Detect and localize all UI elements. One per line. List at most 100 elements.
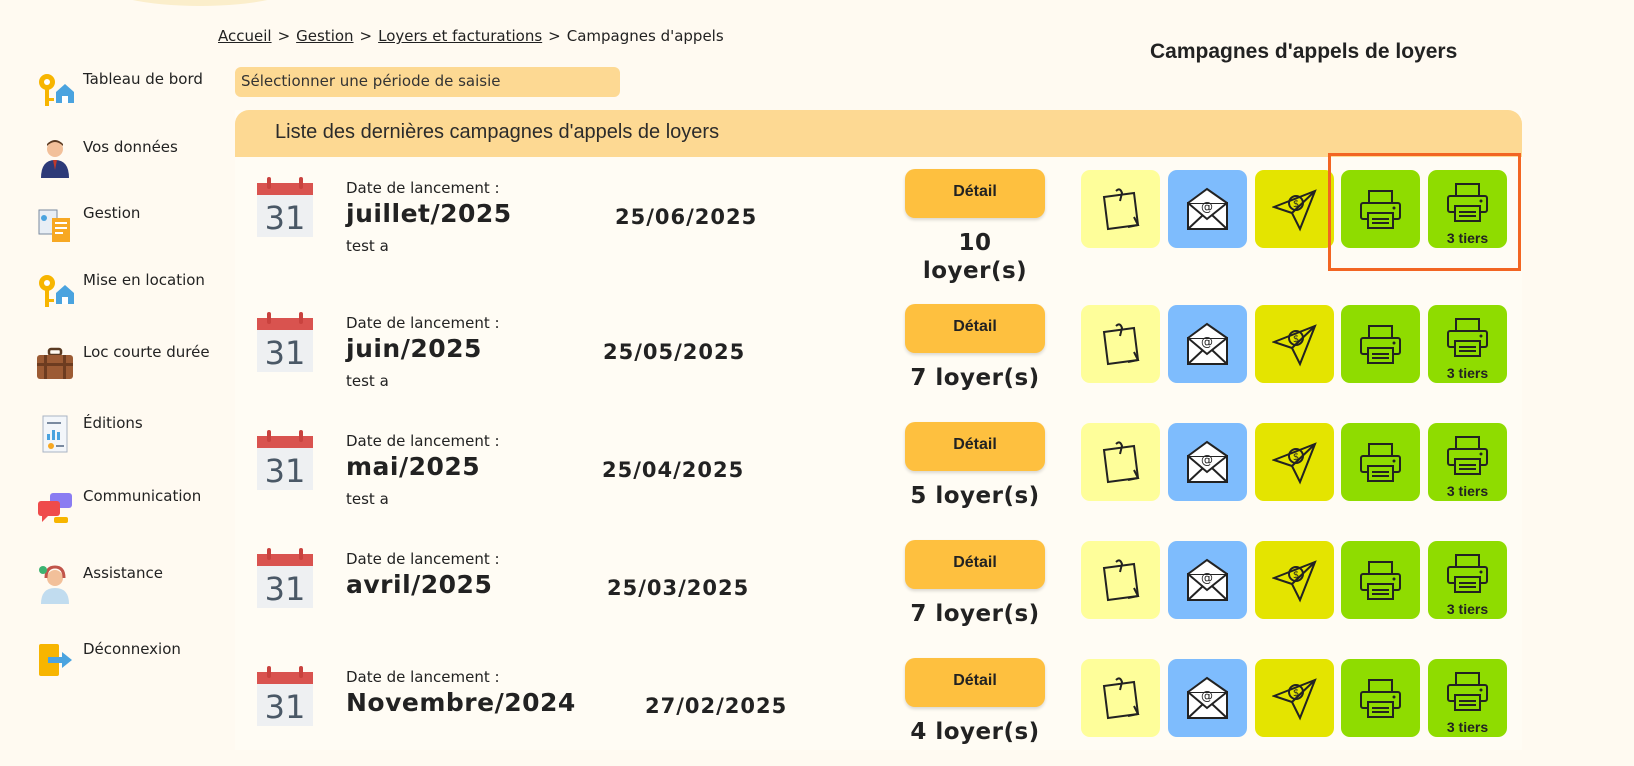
sidebar-item-label: Communication: [83, 487, 202, 505]
rent-count: 7 loyer(s): [910, 365, 1040, 391]
breadcrumb-link-accueil[interactable]: Accueil: [218, 27, 272, 45]
campaign-note: test a: [346, 372, 389, 390]
sidebar-item-communication[interactable]: Communication: [36, 487, 226, 537]
keys-house-icon: [39, 275, 74, 307]
campaign-month: avril/2025: [346, 570, 493, 599]
print-button[interactable]: [1341, 305, 1420, 383]
table-row: 31 Date de lancement : juillet/2025 test…: [235, 157, 1522, 284]
campaign-note: test a: [346, 237, 389, 255]
sidebar-item-label: Éditions: [83, 414, 143, 432]
print-button[interactable]: [1341, 541, 1420, 619]
print-button[interactable]: [1341, 423, 1420, 501]
note-button[interactable]: [1081, 541, 1160, 619]
print-button[interactable]: [1341, 659, 1420, 737]
period-select[interactable]: Sélectionner une période de saisie: [235, 67, 620, 97]
campaign-month: juillet/2025: [346, 199, 512, 228]
sidebar-item-vos-donnees[interactable]: Vos données: [36, 138, 226, 188]
send-button[interactable]: $: [1255, 423, 1334, 501]
email-button[interactable]: @: [1168, 423, 1247, 501]
print-third-party-button[interactable]: 3 tiers: [1428, 305, 1507, 383]
breadcrumb-link-gestion[interactable]: Gestion: [296, 27, 353, 45]
sidebar-item-deconnexion[interactable]: Déconnexion: [36, 640, 226, 690]
calendar-icon: 31: [257, 666, 313, 726]
email-button[interactable]: @: [1168, 659, 1247, 737]
rent-count: 7 loyer(s): [910, 601, 1040, 627]
sidebar-item-label: Déconnexion: [83, 640, 181, 658]
tiers-label: 3 tiers: [1446, 483, 1489, 499]
sticky-note-icon: [1102, 323, 1140, 366]
table-row: 31 Date de lancement : Novembre/2024 27/…: [235, 646, 1522, 766]
launch-date: 25/06/2025: [615, 205, 758, 229]
send-button[interactable]: $: [1255, 305, 1334, 383]
printer-icon: [1447, 554, 1488, 593]
detail-button[interactable]: Détail: [905, 304, 1045, 353]
user-avatar-icon: [41, 140, 69, 178]
sidebar-item-tableau-de-bord[interactable]: Tableau de bord: [36, 70, 226, 120]
sidebar-item-mise-en-location[interactable]: Mise en location: [36, 271, 226, 321]
svg-text:@: @: [1201, 689, 1213, 703]
svg-text:@: @: [1201, 200, 1213, 214]
calendar-icon: 31: [257, 177, 313, 237]
email-icon: @: [1187, 676, 1228, 719]
printer-icon: [1360, 325, 1401, 364]
send-button[interactable]: $: [1255, 170, 1334, 248]
launch-date: 27/02/2025: [645, 694, 788, 718]
launch-date-label: Date de lancement :: [346, 432, 500, 450]
sidebar-item-assistance[interactable]: Assistance: [36, 564, 226, 614]
printer-icon: [1360, 443, 1401, 482]
print-third-party-button[interactable]: 3 tiers: [1428, 170, 1507, 248]
print-button[interactable]: [1341, 170, 1420, 248]
calendar-icon: 31: [257, 312, 313, 372]
detail-button[interactable]: Détail: [905, 422, 1045, 471]
email-button[interactable]: @: [1168, 541, 1247, 619]
svg-text:@: @: [1201, 335, 1213, 349]
detail-button[interactable]: Détail: [905, 540, 1045, 589]
note-button[interactable]: [1081, 423, 1160, 501]
breadcrumb-link-loyers[interactable]: Loyers et facturations: [378, 27, 542, 45]
support-agent-icon: [39, 565, 69, 604]
paper-plane-icon: $: [1272, 324, 1317, 367]
print-third-party-button[interactable]: 3 tiers: [1428, 659, 1507, 737]
sidebar-item-label: Vos données: [83, 138, 178, 156]
calendar-day: 31: [265, 688, 306, 726]
sticky-note-icon: [1102, 677, 1140, 720]
sidebar-item-label: Gestion: [83, 204, 141, 222]
launch-date: 25/04/2025: [602, 458, 745, 482]
rent-count: 10 loyer(s): [922, 230, 1028, 284]
sidebar-item-label: Assistance: [83, 564, 163, 582]
printer-icon: [1360, 679, 1401, 718]
sidebar-item-gestion[interactable]: Gestion: [36, 204, 226, 254]
sidebar: Tableau de bord Vos données Gestion Mise…: [0, 0, 220, 742]
launch-date-label: Date de lancement :: [346, 314, 500, 332]
logout-icon: [39, 644, 72, 676]
paper-plane-icon: $: [1272, 442, 1317, 485]
campaign-month: juin/2025: [346, 334, 482, 363]
sidebar-item-loc-courte-duree[interactable]: Loc courte durée: [36, 343, 226, 393]
email-button[interactable]: @: [1168, 170, 1247, 248]
printer-icon: [1360, 190, 1401, 229]
note-button[interactable]: [1081, 170, 1160, 248]
note-button[interactable]: [1081, 659, 1160, 737]
sticky-note-icon: [1102, 441, 1140, 484]
calendar-day: 31: [265, 199, 306, 237]
send-button[interactable]: $: [1255, 659, 1334, 737]
send-button[interactable]: $: [1255, 541, 1334, 619]
email-button[interactable]: @: [1168, 305, 1247, 383]
detail-button[interactable]: Détail: [905, 169, 1045, 218]
sticky-note-icon: [1102, 559, 1140, 602]
suitcase-icon: [37, 347, 73, 379]
print-third-party-button[interactable]: 3 tiers: [1428, 541, 1507, 619]
detail-button[interactable]: Détail: [905, 658, 1045, 707]
launch-date-label: Date de lancement :: [346, 179, 500, 197]
sidebar-item-label: Loc courte durée: [83, 343, 210, 361]
breadcrumb: Accueil > Gestion > Loyers et facturations > C…: [218, 27, 724, 45]
print-third-party-button[interactable]: 3 tiers: [1428, 423, 1507, 501]
sidebar-item-editions[interactable]: Éditions: [36, 414, 226, 464]
list-title: Liste des dernières campagnes d'appels d…: [275, 121, 720, 143]
launch-date: 25/03/2025: [607, 576, 750, 600]
calendar-icon: 31: [257, 548, 313, 608]
note-button[interactable]: [1081, 305, 1160, 383]
table-row: 31 Date de lancement : mai/2025 test a 2…: [235, 410, 1522, 530]
paper-plane-icon: $: [1272, 560, 1317, 603]
breadcrumb-separator: >: [277, 27, 291, 45]
